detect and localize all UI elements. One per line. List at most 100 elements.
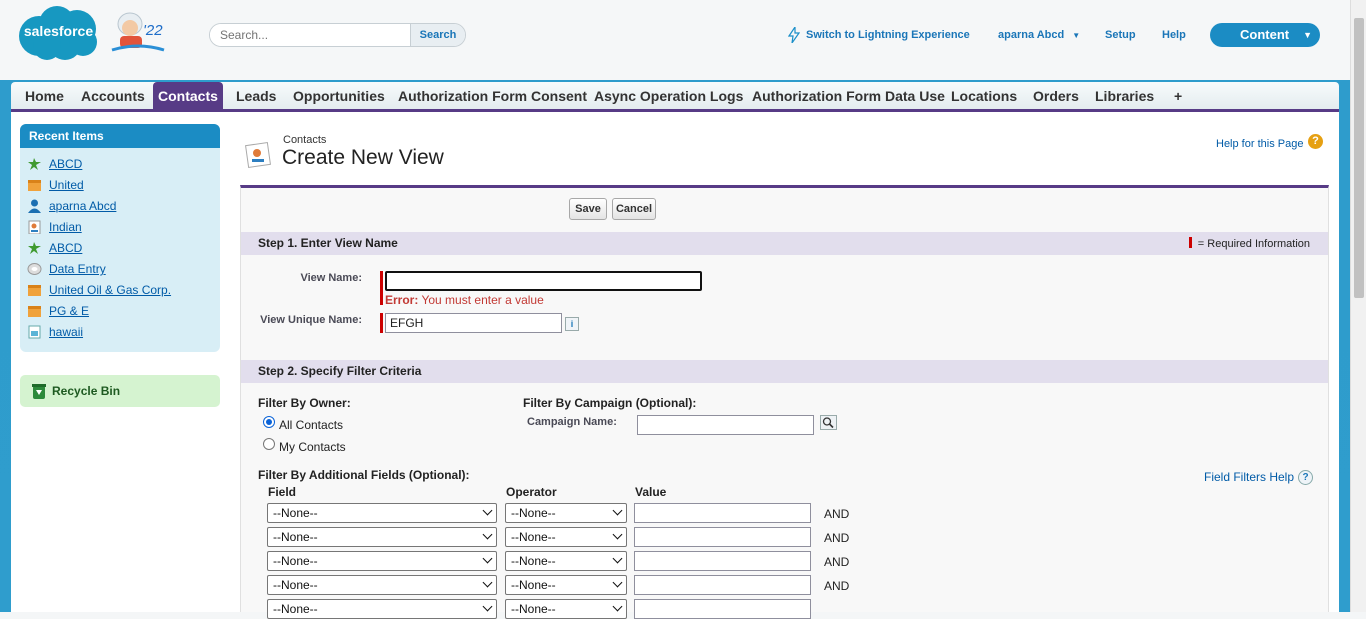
tab-accounts[interactable]: Accounts bbox=[76, 82, 150, 109]
step1-title: Step 1. Enter View Name bbox=[258, 236, 398, 250]
and-label: AND bbox=[824, 507, 850, 521]
field-select[interactable]: --None-- bbox=[267, 527, 497, 547]
save-button[interactable]: Save bbox=[569, 198, 607, 220]
tab-contacts[interactable]: Contacts bbox=[153, 82, 223, 109]
additional-fields-label: Filter By Additional Fields (Optional): bbox=[258, 468, 470, 482]
all-contacts-label[interactable]: All Contacts bbox=[279, 418, 343, 432]
tab-home[interactable]: Home bbox=[20, 82, 69, 109]
switch-lightning-link[interactable]: Switch to Lightning Experience bbox=[806, 29, 970, 41]
user-menu[interactable]: aparna Abcd ▼ bbox=[998, 29, 1080, 41]
help-question-icon[interactable]: ? bbox=[1308, 134, 1323, 149]
operator-select-value: --None-- bbox=[511, 578, 556, 592]
and-label: AND bbox=[824, 579, 850, 593]
value-input[interactable] bbox=[634, 551, 811, 571]
step2-header: Step 2. Specify Filter Criteria bbox=[241, 360, 1328, 383]
tab-bar: Home Accounts Contacts Leads Opportuniti… bbox=[11, 82, 1339, 112]
chevron-down-icon bbox=[482, 505, 493, 516]
recent-item-link[interactable]: United Oil & Gas Corp. bbox=[49, 281, 171, 299]
required-marker bbox=[380, 313, 383, 333]
recent-item-link[interactable]: aparna Abcd bbox=[49, 197, 116, 215]
cancel-button[interactable]: Cancel bbox=[612, 198, 656, 220]
vertical-scrollbar[interactable] bbox=[1350, 0, 1366, 612]
view-name-label: View Name: bbox=[300, 272, 362, 284]
operator-select[interactable]: --None-- bbox=[505, 599, 627, 619]
chevron-down-icon bbox=[612, 577, 623, 588]
value-input[interactable] bbox=[634, 527, 811, 547]
field-select-value: --None-- bbox=[273, 578, 318, 592]
chevron-down-icon bbox=[612, 553, 623, 564]
top-header: salesforce '22 Search Switch to Lightnin… bbox=[0, 0, 1350, 80]
recent-item-link[interactable]: Data Entry bbox=[49, 260, 106, 278]
field-select[interactable]: --None-- bbox=[267, 551, 497, 571]
recent-item-link[interactable]: hawaii bbox=[49, 323, 83, 341]
view-unique-name-input[interactable] bbox=[385, 313, 562, 333]
lookup-icon[interactable] bbox=[820, 415, 837, 433]
operator-select-value: --None-- bbox=[511, 506, 556, 520]
tab-orders[interactable]: Orders bbox=[1028, 82, 1084, 109]
help-question-icon[interactable]: ? bbox=[1298, 470, 1313, 485]
view-name-input[interactable] bbox=[385, 271, 702, 291]
page-title: Create New View bbox=[282, 146, 444, 169]
recent-item-link[interactable]: ABCD bbox=[49, 155, 82, 173]
chevron-down-icon bbox=[482, 529, 493, 540]
setup-link[interactable]: Setup bbox=[1105, 29, 1136, 41]
lightning-bolt-icon bbox=[787, 25, 801, 46]
app-menu-label: Content bbox=[1240, 27, 1290, 42]
search-button[interactable]: Search bbox=[410, 24, 465, 46]
salesforce-logo[interactable]: salesforce bbox=[17, 4, 100, 61]
help-link[interactable]: Help bbox=[1162, 29, 1186, 41]
tab-leads[interactable]: Leads bbox=[231, 82, 281, 109]
chevron-down-icon bbox=[482, 601, 493, 612]
operator-select[interactable]: --None-- bbox=[505, 527, 627, 547]
value-input[interactable] bbox=[634, 503, 811, 523]
operator-select-value: --None-- bbox=[511, 554, 556, 568]
chevron-down-icon bbox=[612, 505, 623, 516]
tab-authorization-form-data-use[interactable]: Authorization Form Data Use bbox=[747, 82, 950, 109]
recent-item-link[interactable]: Indian bbox=[49, 218, 82, 236]
tab-libraries[interactable]: Libraries bbox=[1090, 82, 1159, 109]
value-input[interactable] bbox=[634, 599, 811, 619]
lead-icon bbox=[27, 157, 42, 171]
field-select[interactable]: --None-- bbox=[267, 575, 497, 595]
user-icon bbox=[27, 199, 42, 213]
caret-down-icon: ▼ bbox=[1303, 30, 1312, 40]
info-icon[interactable]: i bbox=[565, 317, 579, 331]
my-contacts-radio[interactable] bbox=[263, 438, 275, 450]
document-icon bbox=[27, 325, 42, 339]
scrollbar-thumb[interactable] bbox=[1354, 18, 1364, 298]
tab-async-operation-logs[interactable]: Async Operation Logs bbox=[589, 82, 748, 109]
field-filters-help-link[interactable]: Field Filters Help bbox=[1204, 470, 1294, 484]
report-icon bbox=[27, 262, 42, 276]
tab-opportunities[interactable]: Opportunities bbox=[288, 82, 390, 109]
step1-header: Step 1. Enter View Name = Required Infor… bbox=[241, 232, 1328, 255]
search-input[interactable] bbox=[210, 24, 411, 46]
help-for-page-link[interactable]: Help for this Page bbox=[1216, 138, 1303, 150]
tab-authorization-form-consent[interactable]: Authorization Form Consent bbox=[393, 82, 592, 109]
recent-item-link[interactable]: PG & E bbox=[49, 302, 89, 320]
chevron-down-icon bbox=[482, 577, 493, 588]
value-input[interactable] bbox=[634, 575, 811, 595]
operator-select[interactable]: --None-- bbox=[505, 551, 627, 571]
field-select[interactable]: --None-- bbox=[267, 503, 497, 523]
account-icon bbox=[27, 304, 42, 318]
campaign-name-label: Campaign Name: bbox=[527, 416, 617, 428]
contacts-icon bbox=[244, 140, 274, 170]
campaign-name-input[interactable] bbox=[637, 415, 814, 435]
recycle-bin-icon bbox=[32, 383, 46, 399]
all-contacts-radio[interactable] bbox=[263, 416, 275, 428]
field-select[interactable]: --None-- bbox=[267, 599, 497, 619]
field-select-value: --None-- bbox=[273, 602, 318, 616]
my-contacts-label[interactable]: My Contacts bbox=[279, 440, 346, 454]
app-menu-button[interactable]: Content ▼ bbox=[1210, 23, 1320, 47]
recent-item-link[interactable]: United bbox=[49, 176, 84, 194]
chevron-down-icon: ▼ bbox=[1072, 31, 1081, 40]
all-tabs-plus-icon[interactable]: + bbox=[1169, 82, 1187, 109]
recent-item-link[interactable]: ABCD bbox=[49, 239, 82, 257]
operator-select[interactable]: --None-- bbox=[505, 503, 627, 523]
recycle-bin-label: Recycle Bin bbox=[52, 384, 121, 398]
operator-select[interactable]: --None-- bbox=[505, 575, 627, 595]
operator-select-value: --None-- bbox=[511, 530, 556, 544]
recycle-bin-link[interactable]: Recycle Bin bbox=[20, 375, 220, 407]
tab-locations[interactable]: Locations bbox=[946, 82, 1022, 109]
field-select-value: --None-- bbox=[273, 530, 318, 544]
